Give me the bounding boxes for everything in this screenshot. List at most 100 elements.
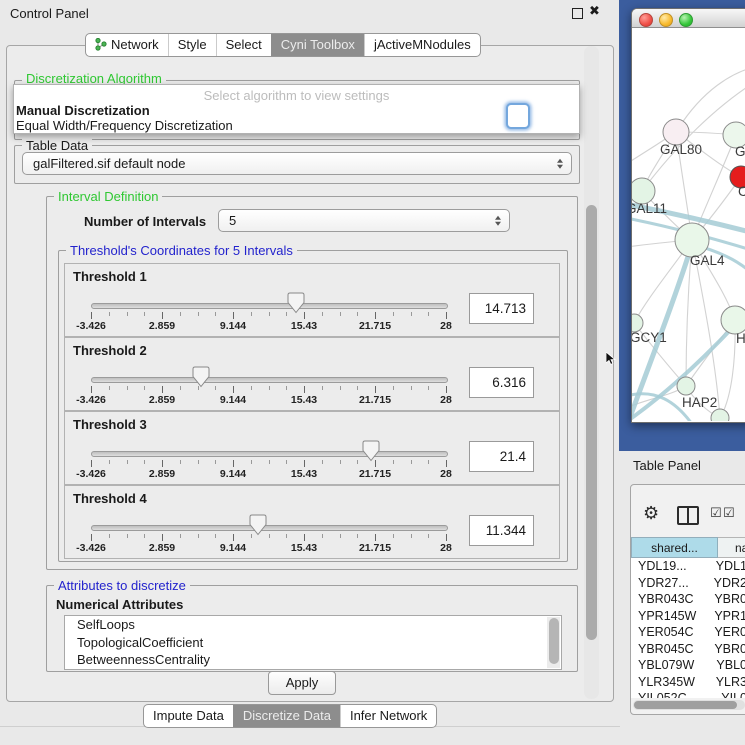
- tick-mark: [269, 460, 270, 464]
- cell-shared-name[interactable]: YLR345W: [631, 674, 712, 691]
- threshold-label: Threshold 3: [73, 417, 147, 432]
- tick-mark: [393, 460, 394, 464]
- cell-name[interactable]: YBL0: [712, 657, 745, 674]
- table-row[interactable]: YER054CYER0: [631, 624, 745, 641]
- network-graph[interactable]: GAL80GAL11GAL4GCY1HAP2GCH: [632, 28, 745, 421]
- node-label: GAL4: [690, 253, 725, 268]
- cell-shared-name[interactable]: YBR043C: [631, 591, 710, 608]
- table-row[interactable]: YBR043CYBR0: [631, 591, 745, 608]
- slider-thumb-icon[interactable]: [192, 366, 210, 388]
- dropdown-option-manual-discretization[interactable]: Manual Discretization: [16, 103, 150, 118]
- float-window-icon[interactable]: [572, 8, 583, 19]
- cell-shared-name[interactable]: YDR27...: [631, 575, 710, 592]
- tab-select[interactable]: Select: [216, 34, 271, 56]
- cell-shared-name[interactable]: YIL052C: [631, 690, 717, 698]
- tab-network[interactable]: Network: [86, 34, 168, 56]
- control-panel-scrollbar[interactable]: [584, 46, 599, 699]
- checkbox-icon[interactable]: ☑: [723, 506, 735, 521]
- table-row[interactable]: YLR345WYLR3: [631, 674, 745, 691]
- cell-name[interactable]: YDR2: [710, 575, 745, 592]
- cell-name[interactable]: YIL0: [717, 690, 745, 698]
- apply-button[interactable]: Apply: [268, 671, 336, 695]
- slider-thumb-icon[interactable]: [362, 440, 380, 462]
- attributes-list[interactable]: SelfLoopsTopologicalCoefficientBetweenne…: [64, 615, 562, 670]
- tab-label: Discretize Data: [243, 708, 331, 723]
- tick-mark: [411, 312, 412, 316]
- table-row[interactable]: YBR045CYBR0: [631, 641, 745, 658]
- close-traffic-light-icon[interactable]: [639, 13, 653, 27]
- slider-thumb-icon[interactable]: [287, 292, 305, 314]
- tick-mark: [215, 534, 216, 538]
- scrollbar-thumb[interactable]: [586, 205, 597, 640]
- algorithm-combo-focus-ring[interactable]: [506, 103, 530, 129]
- zoom-traffic-light-icon[interactable]: [679, 13, 693, 27]
- tab-label: Style: [178, 37, 207, 52]
- window-titlebar[interactable]: [632, 9, 745, 28]
- slider-thumb-icon[interactable]: [249, 514, 267, 536]
- num-intervals-combo[interactable]: 5: [218, 209, 510, 232]
- tab-discretize-data[interactable]: Discretize Data: [233, 705, 340, 727]
- tab-impute-data[interactable]: Impute Data: [144, 705, 233, 727]
- checkbox-icon[interactable]: ☑: [710, 506, 722, 521]
- cell-shared-name[interactable]: YDL19...: [631, 558, 712, 575]
- threshold-value-field[interactable]: 14.713: [469, 293, 534, 324]
- threshold-value-field[interactable]: 11.344: [469, 515, 534, 546]
- network-node[interactable]: [721, 306, 745, 334]
- cell-name[interactable]: YBR0: [710, 641, 745, 658]
- tick-mark: [198, 386, 199, 390]
- cell-shared-name[interactable]: YBL079W: [631, 657, 712, 674]
- tab-cyni-toolbox[interactable]: Cyni Toolbox: [271, 34, 364, 56]
- threshold-slider-track[interactable]: [91, 451, 448, 457]
- tab-jactivemnodules[interactable]: jActiveMNodules: [364, 34, 480, 56]
- threshold-slider-track[interactable]: [91, 525, 448, 531]
- cell-name[interactable]: YPR1: [710, 608, 745, 625]
- node-label-partial: G: [735, 144, 745, 159]
- tick-mark: [446, 386, 447, 393]
- threshold-value-field[interactable]: 21.4: [469, 441, 534, 472]
- column-header-shared[interactable]: shared...: [631, 537, 718, 558]
- table-row[interactable]: YDL19...YDL1: [631, 558, 745, 575]
- tick-mark: [180, 460, 181, 464]
- list-item[interactable]: TopologicalCoefficient: [65, 634, 561, 652]
- column-header-name[interactable]: na: [718, 537, 745, 558]
- table-row[interactable]: YDR27...YDR2: [631, 575, 745, 592]
- close-icon[interactable]: ✖: [589, 4, 600, 19]
- threshold-slider-track[interactable]: [91, 377, 448, 383]
- threshold-slider-track[interactable]: [91, 303, 448, 309]
- table-horizontal-scrollbar[interactable]: [633, 700, 745, 710]
- cell-name[interactable]: YBR0: [710, 591, 745, 608]
- cell-shared-name[interactable]: YBR045C: [631, 641, 710, 658]
- gear-icon[interactable]: ⚙: [643, 503, 659, 524]
- tab-style[interactable]: Style: [168, 34, 216, 56]
- tick-mark: [269, 534, 270, 538]
- tick-mark: [233, 534, 234, 541]
- scrollbar-thumb[interactable]: [634, 701, 737, 709]
- split-columns-icon[interactable]: [677, 506, 699, 525]
- tick-mark: [411, 386, 412, 390]
- attributes-scrollbar[interactable]: [547, 617, 560, 668]
- table-row[interactable]: YIL052CYIL0: [631, 690, 745, 698]
- table-row[interactable]: YPR145WYPR1: [631, 608, 745, 625]
- cell-name[interactable]: YER0: [710, 624, 745, 641]
- cell-name[interactable]: YLR3: [712, 674, 745, 691]
- tick-mark: [304, 460, 305, 467]
- cell-name[interactable]: YDL1: [712, 558, 745, 575]
- minimize-traffic-light-icon[interactable]: [659, 13, 673, 27]
- tick-mark: [411, 460, 412, 464]
- cell-shared-name[interactable]: YER054C: [631, 624, 710, 641]
- cyni-mode-tab-bar: Impute Data Discretize Data Infer Network: [143, 704, 437, 728]
- list-item[interactable]: SelfLoops: [65, 616, 561, 634]
- network-node[interactable]: [711, 409, 729, 421]
- table-row[interactable]: YBL079WYBL0: [631, 657, 745, 674]
- threshold-value-field[interactable]: 6.316: [469, 367, 534, 398]
- cell-shared-name[interactable]: YPR145W: [631, 608, 710, 625]
- network-node-hap2[interactable]: [677, 377, 695, 395]
- dropdown-option-equal-width-frequency-discretization[interactable]: Equal Width/Frequency Discretization: [16, 118, 233, 133]
- tab-infer-network[interactable]: Infer Network: [340, 705, 436, 727]
- tick-mark: [233, 460, 234, 467]
- network-node-gal4[interactable]: [675, 223, 709, 257]
- list-item[interactable]: BetweennessCentrality: [65, 651, 561, 669]
- table-data-combo[interactable]: galFiltered.sif default node: [22, 152, 572, 175]
- tick-mark: [109, 386, 110, 390]
- tick-label: 2.859: [132, 542, 192, 554]
